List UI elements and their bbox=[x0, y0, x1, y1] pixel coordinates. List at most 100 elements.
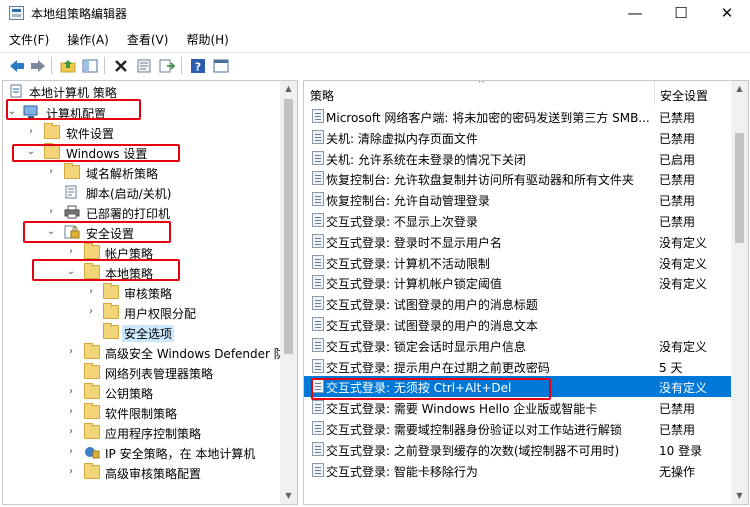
folder-icon bbox=[84, 243, 100, 259]
chevron-right-icon[interactable]: › bbox=[65, 425, 77, 439]
show-tree-icon[interactable] bbox=[80, 56, 99, 75]
menu-help[interactable]: 帮助(H) bbox=[177, 29, 237, 49]
view-icon[interactable] bbox=[211, 56, 230, 75]
policy-row[interactable]: 交互式登录: 提示用户在过期之前更改密码 5 天 bbox=[304, 356, 733, 377]
policy-setting: 没有定义 bbox=[659, 256, 708, 271]
tree-item-local-policies[interactable]: ⌄ 本地策略 bbox=[3, 263, 281, 283]
chevron-right-icon[interactable]: › bbox=[65, 405, 77, 419]
tree-item-printers[interactable]: › 已部署的打印机 bbox=[3, 203, 281, 223]
security-icon bbox=[64, 225, 80, 239]
export-icon[interactable] bbox=[157, 56, 176, 75]
policy-row[interactable]: Microsoft 网络客户端: 将未加密的密码发送到第三方 SMB... 已禁用 bbox=[304, 106, 733, 127]
policy-row[interactable]: 交互式登录: 锁定会话时显示用户信息 没有定义 bbox=[304, 335, 733, 356]
up-folder-icon[interactable] bbox=[58, 56, 77, 75]
folder-icon bbox=[44, 123, 60, 139]
scroll-thumb[interactable] bbox=[284, 99, 293, 354]
scroll-down-icon[interactable]: ▼ bbox=[280, 488, 297, 504]
tree-root[interactable]: 本地计算机 策略 bbox=[3, 82, 281, 102]
chevron-right-icon[interactable]: › bbox=[65, 345, 77, 359]
tree-item-audit-policy[interactable]: › 审核策略 bbox=[3, 283, 281, 303]
policy-item-icon bbox=[312, 233, 324, 248]
chevron-right-icon[interactable]: › bbox=[85, 305, 97, 319]
tree-item-computer-config[interactable]: ⌄ 计算机配置 bbox=[3, 103, 281, 123]
policy-row[interactable]: 交互式登录: 之前登录到缓存的次数(域控制器不可用时) 10 登录 bbox=[304, 439, 733, 460]
chevron-down-icon[interactable]: ⌄ bbox=[45, 225, 57, 239]
tree-scrollbar[interactable]: ▲ ▼ bbox=[280, 81, 297, 504]
policy-row[interactable]: 交互式登录: 需要 Windows Hello 企业版或智能卡 已禁用 bbox=[304, 397, 733, 418]
properties-icon[interactable] bbox=[134, 56, 153, 75]
policy-row[interactable]: 交互式登录: 计算机帐户锁定阈值 没有定义 bbox=[304, 272, 733, 293]
policy-setting: 5 天 bbox=[659, 360, 683, 375]
delete-icon[interactable] bbox=[111, 56, 130, 75]
tree-item-user-rights[interactable]: › 用户权限分配 bbox=[3, 303, 281, 323]
policy-row[interactable]: 关机: 清除虚拟内存页面文件 已禁用 bbox=[304, 127, 733, 148]
policy-row[interactable]: 关机: 允许系统在未登录的情况下关闭 已启用 bbox=[304, 148, 733, 169]
help-icon[interactable]: ? bbox=[188, 56, 207, 75]
minimize-button[interactable]: — bbox=[612, 0, 658, 26]
tree-item-name-resolution[interactable]: › 域名解析策略 bbox=[3, 163, 281, 183]
chevron-down-icon[interactable]: ⌄ bbox=[25, 145, 37, 159]
policy-row[interactable]: 交互式登录: 无须按 Ctrl+Alt+Del 没有定义 bbox=[304, 376, 733, 398]
back-icon[interactable] bbox=[7, 56, 26, 75]
policy-row[interactable]: 恢复控制台: 允许自动管理登录 已禁用 bbox=[304, 189, 733, 210]
policy-item-icon bbox=[312, 379, 324, 394]
scroll-up-icon[interactable]: ▲ bbox=[731, 81, 748, 97]
close-button[interactable]: ✕ bbox=[704, 0, 750, 26]
maximize-button[interactable]: ☐ bbox=[658, 0, 704, 26]
tree-item-security-options[interactable]: 安全选项 bbox=[3, 323, 281, 343]
chevron-right-icon[interactable]: › bbox=[45, 165, 57, 179]
tree-item-security-settings[interactable]: ⌄ 安全设置 bbox=[3, 223, 281, 243]
policy-row[interactable]: 交互式登录: 试图登录的用户的消息文本 bbox=[304, 314, 733, 335]
tree-item-public-key[interactable]: › 公钥策略 bbox=[3, 383, 281, 403]
tree-item-windows-settings[interactable]: ⌄ Windows 设置 bbox=[3, 143, 281, 163]
chevron-right-icon[interactable]: › bbox=[65, 245, 77, 259]
tree-item-ip-security[interactable]: › IP 安全策略，在 本地计算机 bbox=[3, 443, 281, 463]
chevron-right-icon[interactable]: › bbox=[85, 285, 97, 299]
tree-item-account-policies[interactable]: › 帐户策略 bbox=[3, 243, 281, 263]
chevron-right-icon[interactable]: › bbox=[65, 385, 77, 399]
tree-item-software-restriction[interactable]: › 软件限制策略 bbox=[3, 403, 281, 423]
menu-file[interactable]: 文件(F) bbox=[0, 29, 58, 49]
tree-item-defender-firewall[interactable]: › 高级安全 Windows Defender 防 bbox=[3, 343, 286, 363]
scroll-down-icon[interactable]: ▼ bbox=[731, 488, 748, 504]
tree-item-advanced-audit[interactable]: › 高级审核策略配置 bbox=[3, 463, 281, 483]
list-header: ^ 策略 安全设置 bbox=[304, 81, 733, 105]
policy-row[interactable]: 交互式登录: 登录时不显示用户名 没有定义 bbox=[304, 231, 733, 252]
tree-item-software-settings[interactable]: › 软件设置 bbox=[3, 123, 281, 143]
tree-item-scripts[interactable]: 脚本(启动/关机) bbox=[3, 183, 281, 203]
title-bar: 本地组策略编辑器 — ☐ ✕ bbox=[0, 0, 750, 26]
policy-row[interactable]: 恢复控制台: 允许软盘复制并访问所有驱动器和所有文件夹 已禁用 bbox=[304, 168, 733, 189]
policy-setting: 已禁用 bbox=[659, 131, 696, 146]
forward-icon[interactable] bbox=[28, 56, 47, 75]
chevron-right-icon[interactable]: › bbox=[65, 445, 77, 459]
policy-name: 关机: 允许系统在未登录的情况下关闭 bbox=[326, 152, 526, 167]
policy-name: 交互式登录: 提示用户在过期之前更改密码 bbox=[326, 360, 550, 375]
script-icon bbox=[64, 185, 80, 199]
chevron-right-icon[interactable]: › bbox=[65, 465, 77, 479]
policy-row[interactable]: 交互式登录: 智能卡移除行为 无操作 bbox=[304, 460, 733, 481]
window-title: 本地组策略编辑器 bbox=[31, 7, 128, 21]
menu-action[interactable]: 操作(A) bbox=[58, 29, 118, 49]
policy-row[interactable]: 交互式登录: 试图登录的用户的消息标题 bbox=[304, 293, 733, 314]
scroll-up-icon[interactable]: ▲ bbox=[280, 81, 297, 97]
folder-open-icon bbox=[44, 143, 60, 159]
menu-view[interactable]: 查看(V) bbox=[118, 29, 178, 49]
tree-pane: 本地计算机 策略 ⌄ 计算机配置 › 软件设置 ⌄ Windows 设置 › 域… bbox=[2, 80, 298, 505]
folder-open-icon bbox=[84, 263, 100, 279]
list-scrollbar[interactable]: ▲ ▼ bbox=[731, 81, 748, 504]
chevron-down-icon[interactable]: ⌄ bbox=[65, 265, 77, 279]
chevron-right-icon[interactable]: › bbox=[45, 205, 57, 219]
policy-row[interactable]: 交互式登录: 不显示上次登录 已禁用 bbox=[304, 210, 733, 231]
tree-item-app-control[interactable]: › 应用程序控制策略 bbox=[3, 423, 281, 443]
policy-row[interactable]: 交互式登录: 计算机不活动限制 没有定义 bbox=[304, 252, 733, 273]
policy-name: 交互式登录: 需要 Windows Hello 企业版或智能卡 bbox=[326, 402, 598, 417]
tree-item-network-list[interactable]: 网络列表管理器策略 bbox=[3, 363, 281, 383]
column-header-setting[interactable]: 安全设置 bbox=[660, 87, 708, 104]
chevron-right-icon[interactable]: › bbox=[25, 125, 37, 139]
column-header-policy[interactable]: 策略 bbox=[310, 87, 334, 104]
policy-name: 交互式登录: 试图登录的用户的消息文本 bbox=[326, 319, 538, 333]
policy-setting: 已禁用 bbox=[659, 194, 696, 209]
policy-row[interactable]: 交互式登录: 需要域控制器身份验证以对工作站进行解锁 已禁用 bbox=[304, 418, 733, 439]
scroll-thumb[interactable] bbox=[735, 133, 744, 243]
chevron-down-icon[interactable]: ⌄ bbox=[6, 105, 18, 119]
